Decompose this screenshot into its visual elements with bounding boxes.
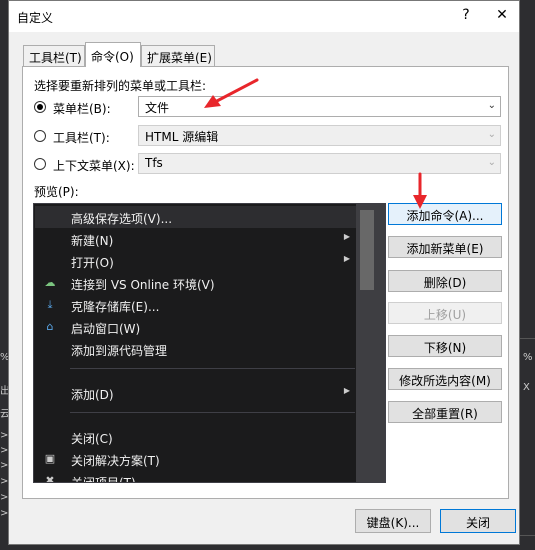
tab-commands[interactable]: 命令(O)	[85, 42, 141, 67]
add-command-button[interactable]: 添加命令(A)...	[388, 203, 502, 225]
context-menu-label: 上下文菜单(X):	[53, 159, 135, 173]
menu-item-label: 高级保存选项(V)...	[71, 212, 173, 226]
tab-toolbars[interactable]: 工具栏(T)	[23, 45, 85, 66]
close-project-icon: ✖	[45, 474, 55, 483]
chevron-down-icon: ⌄	[487, 157, 496, 168]
preview-label: 预览(P):	[34, 185, 79, 199]
menu-item-label: 新建(N)	[71, 234, 114, 248]
add-menu-button[interactable]: 添加新菜单(E)	[388, 236, 502, 258]
annotation-arrow	[413, 172, 427, 209]
keyboard-button[interactable]: 键盘(K)...	[355, 509, 431, 533]
scrollbar-thumb[interactable]	[360, 210, 374, 290]
menu-item-label: 关闭项目(T)	[71, 476, 136, 483]
chevron-down-icon: ⌄	[487, 129, 496, 140]
menu-item-label: 克隆存储库(E)...	[71, 300, 160, 314]
menu-item[interactable]: 高级保存选项(V)...	[35, 206, 356, 228]
toolbar-combo-value: HTML 源编辑	[145, 130, 219, 144]
move-up-button[interactable]: 上移(U)	[388, 302, 502, 324]
toolbar-combo[interactable]: HTML 源编辑 ⌄	[138, 125, 501, 146]
tab-extension-menus[interactable]: 扩展菜单(E)	[141, 45, 215, 66]
menu-item[interactable]: 添加到源代码管理	[35, 338, 356, 360]
menu-item-label: 关闭(C)	[71, 432, 113, 446]
close-solution-icon: ▣	[44, 452, 56, 465]
clone-download-icon: ⤓	[47, 298, 53, 311]
ide-background-left: % 出 云 > > > > > >	[0, 0, 10, 550]
context-menu-combo-value: Tfs	[145, 156, 163, 170]
bg-glyph: X	[523, 382, 530, 393]
choose-menu-label: 选择要重新排列的菜单或工具栏:	[34, 79, 207, 93]
delete-button[interactable]: 删除(D)	[388, 270, 502, 292]
move-down-button[interactable]: 下移(N)	[388, 335, 502, 357]
dialog-title: 自定义	[17, 11, 54, 25]
menu-item-label: 连接到 VS Online 环境(V)	[71, 278, 215, 292]
title-bar: 自定义 ? ✕	[9, 1, 519, 32]
menu-separator	[70, 368, 355, 369]
menu-item[interactable]: ☁ 连接到 VS Online 环境(V)	[35, 272, 356, 294]
menu-separator	[70, 412, 355, 413]
bg-glyph: %	[523, 352, 533, 363]
cloud-connect-icon: ☁	[44, 276, 56, 289]
menubar-combo-value: 文件	[145, 101, 170, 115]
menubar-radio[interactable]	[34, 101, 46, 113]
context-menu-radio[interactable]	[34, 158, 46, 170]
close-icon[interactable]: ✕	[492, 7, 512, 27]
submenu-arrow-icon: ▶	[343, 386, 350, 395]
toolbar-label: 工具栏(T):	[53, 131, 110, 145]
customize-dialog: 自定义 ? ✕ 工具栏(T) 命令(O) 扩展菜单(E) 选择要重新排列的菜单或…	[8, 0, 520, 545]
menu-item-label: 打开(O)	[71, 256, 114, 270]
ide-background-right: % X	[520, 0, 535, 550]
chevron-down-icon: ⌄	[487, 100, 496, 111]
help-button[interactable]: ?	[456, 7, 476, 27]
menubar-combo[interactable]: 文件 ⌄	[138, 96, 501, 117]
preview-scrollbar[interactable]	[356, 204, 385, 482]
menu-item-label: 添加到源代码管理	[71, 344, 168, 358]
menu-item[interactable]: 打开(O) ▶	[35, 250, 356, 272]
reset-all-button[interactable]: 全部重置(R)	[388, 401, 502, 423]
home-window-icon: ⌂	[46, 320, 54, 333]
annotation-arrow	[204, 78, 259, 108]
menu-item[interactable]: ⌂ 启动窗口(W)	[35, 316, 356, 338]
menu-item[interactable]: 关闭(C)	[35, 426, 356, 448]
submenu-arrow-icon: ▶	[343, 254, 350, 263]
preview-menu-list[interactable]: 高级保存选项(V)... 新建(N) ▶ 打开(O) ▶ ☁ 连接到 VS On…	[33, 203, 386, 483]
menu-item-label: 关闭解决方案(T)	[71, 454, 160, 468]
modify-selection-button[interactable]: 修改所选内容(M)	[388, 368, 502, 390]
close-button[interactable]: 关闭	[440, 509, 516, 533]
menu-item[interactable]: 新建(N) ▶	[35, 228, 356, 250]
menu-item[interactable]: ✖ 关闭项目(T)	[35, 470, 356, 483]
context-menu-combo[interactable]: Tfs ⌄	[138, 153, 501, 174]
submenu-arrow-icon: ▶	[343, 232, 350, 241]
menu-item-label: 启动窗口(W)	[71, 322, 141, 336]
menu-item-label: 添加(D)	[71, 388, 114, 402]
menubar-label: 菜单栏(B):	[53, 102, 111, 116]
menu-item[interactable]: ▣ 关闭解决方案(T)	[35, 448, 356, 470]
menu-item[interactable]: 添加(D) ▶	[35, 382, 356, 404]
menu-item[interactable]: ⤓ 克隆存储库(E)...	[35, 294, 356, 316]
toolbar-radio[interactable]	[34, 130, 46, 142]
